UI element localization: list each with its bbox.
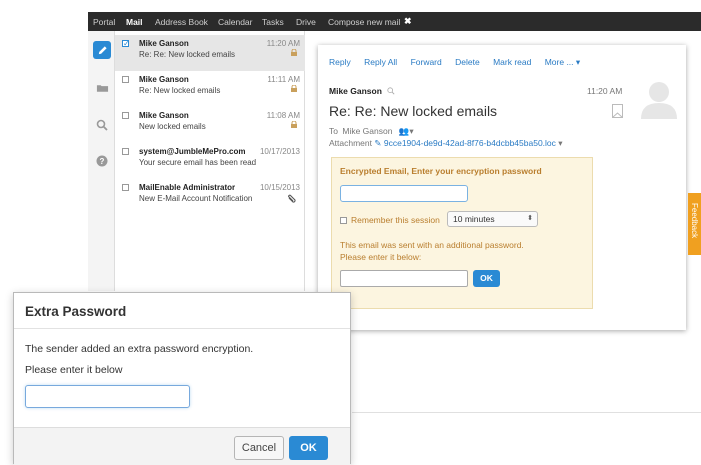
divider bbox=[352, 412, 701, 413]
close-compose-icon[interactable]: ✖ bbox=[404, 16, 412, 27]
pencil-icon[interactable] bbox=[93, 41, 111, 59]
mail-time: 11:20 AM bbox=[266, 39, 300, 48]
mail-subject: New E-Mail Account Notification bbox=[139, 194, 253, 203]
forward-button[interactable]: Forward bbox=[411, 57, 442, 67]
mail-subject: New locked emails bbox=[139, 122, 206, 131]
mail-list-item[interactable]: Mike Ganson New locked emails 11:08 AM bbox=[115, 107, 305, 143]
message-time: 11:20 AM bbox=[587, 86, 623, 96]
session-duration-select[interactable]: 10 minutes ⬍ bbox=[447, 211, 538, 227]
left-icon-rail: ? bbox=[88, 31, 115, 291]
chevron-down-icon[interactable]: ▾ bbox=[558, 138, 562, 148]
lock-icon bbox=[291, 48, 297, 58]
dialog-title: Extra Password bbox=[25, 304, 127, 319]
avatar bbox=[640, 79, 678, 119]
delete-button[interactable]: Delete bbox=[455, 57, 480, 67]
remember-session-checkbox[interactable] bbox=[340, 216, 347, 224]
select-arrows-icon: ⬍ bbox=[527, 215, 533, 222]
mail-time: 11:08 AM bbox=[266, 111, 300, 120]
mail-sender: system@JumbleMePro.com bbox=[139, 147, 246, 156]
encrypted-ok-button[interactable]: OK bbox=[473, 270, 500, 287]
tab-mail[interactable]: Mail bbox=[126, 17, 143, 27]
tab-drive[interactable]: Drive bbox=[296, 17, 316, 27]
mail-sender: MailEnable Administrator bbox=[139, 183, 236, 192]
remember-session-option[interactable]: Remember this session bbox=[340, 215, 440, 225]
reply-all-button[interactable]: Reply All bbox=[364, 57, 397, 67]
svg-text:?: ? bbox=[100, 157, 105, 166]
more-dropdown[interactable]: More ... ▾ bbox=[545, 57, 580, 67]
cancel-button[interactable]: Cancel bbox=[234, 436, 284, 460]
paperclip-icon: ✎ bbox=[374, 138, 382, 148]
to-label: To bbox=[329, 126, 338, 136]
folder-icon[interactable] bbox=[93, 79, 111, 97]
dialog-instruction: Please enter it below bbox=[25, 364, 123, 376]
mail-checkbox[interactable] bbox=[122, 76, 129, 83]
top-nav-bar: Portal Mail Address Book Calendar Tasks … bbox=[88, 12, 701, 31]
contacts-icon[interactable]: 👥▾ bbox=[399, 126, 414, 136]
remember-session-label: Remember this session bbox=[351, 215, 440, 225]
message-attachment: Attachment ✎ 9cce1904-de9d-42ad-8f76-b4d… bbox=[329, 138, 563, 149]
mail-list-item[interactable]: Mike Ganson Re: New locked emails 11:11 … bbox=[115, 71, 305, 107]
mail-subject: Your secure email has been read bbox=[139, 158, 257, 167]
feedback-label: Feedback bbox=[690, 203, 699, 239]
paperclip-icon bbox=[287, 194, 296, 206]
mail-checkbox[interactable] bbox=[122, 148, 129, 155]
enter-password-note: Please enter it below: bbox=[340, 252, 422, 262]
message-reading-pane: Reply Reply All Forward Delete Mark read… bbox=[318, 45, 686, 330]
tab-compose-new-mail[interactable]: Compose new mail bbox=[328, 17, 400, 27]
mail-time: 10/15/2013 bbox=[259, 183, 300, 192]
message-sender-name[interactable]: Mike Ganson bbox=[329, 86, 382, 96]
additional-password-input[interactable] bbox=[340, 270, 468, 287]
mail-subject: Re: Re: New locked emails bbox=[139, 50, 236, 59]
ok-button[interactable]: OK bbox=[289, 436, 328, 460]
extra-password-dialog: Extra Password The sender added an extra… bbox=[13, 292, 351, 465]
tab-tasks[interactable]: Tasks bbox=[262, 17, 284, 27]
message-subject: Re: Re: New locked emails bbox=[329, 103, 498, 119]
mail-sender: Mike Ganson bbox=[139, 75, 189, 84]
mail-time: 10/17/2013 bbox=[259, 147, 300, 156]
encryption-password-input[interactable] bbox=[340, 185, 468, 202]
reply-button[interactable]: Reply bbox=[329, 57, 351, 67]
search-icon[interactable] bbox=[387, 87, 395, 95]
message-sender: Mike Ganson bbox=[329, 86, 395, 96]
dialog-message: The sender added an extra password encry… bbox=[25, 343, 254, 355]
divider bbox=[14, 328, 350, 329]
tab-address-book[interactable]: Address Book bbox=[155, 17, 208, 27]
mail-checkbox[interactable] bbox=[122, 184, 129, 191]
mail-list-item[interactable]: ✓ Mike Ganson Re: Re: New locked emails … bbox=[115, 35, 305, 71]
attachment-link[interactable]: 9cce1904-de9d-42ad-8f76-b4dcbb45ba50.loc bbox=[384, 138, 556, 148]
mail-list: ✓ Mike Ganson Re: Re: New locked emails … bbox=[115, 31, 305, 291]
mail-subject: Re: New locked emails bbox=[139, 86, 221, 95]
encrypted-email-panel: Encrypted Email, Enter your encryption p… bbox=[331, 157, 593, 309]
tab-calendar[interactable]: Calendar bbox=[218, 17, 253, 27]
attachment-label: Attachment bbox=[329, 138, 372, 148]
mail-time: 11:11 AM bbox=[267, 75, 300, 84]
search-icon[interactable] bbox=[93, 116, 111, 134]
dialog-footer: Cancel OK bbox=[14, 427, 350, 465]
feedback-tab[interactable]: Feedback bbox=[688, 193, 701, 255]
help-icon[interactable]: ? bbox=[93, 152, 111, 170]
lock-icon bbox=[291, 84, 297, 94]
mail-sender: Mike Ganson bbox=[139, 39, 189, 48]
mail-list-item[interactable]: system@JumbleMePro.com Your secure email… bbox=[115, 143, 305, 179]
additional-password-note: This email was sent with an additional p… bbox=[340, 240, 524, 250]
extra-password-input[interactable] bbox=[25, 385, 190, 408]
recipient-name[interactable]: Mike Ganson bbox=[342, 126, 392, 136]
mail-list-item[interactable]: MailEnable Administrator New E-Mail Acco… bbox=[115, 179, 305, 215]
mail-checkbox[interactable] bbox=[122, 112, 129, 119]
message-recipients: To Mike Ganson 👥▾ bbox=[329, 126, 414, 137]
message-actions-bar: Reply Reply All Forward Delete Mark read… bbox=[329, 57, 591, 68]
session-duration-value: 10 minutes bbox=[453, 214, 495, 224]
mail-checkbox[interactable]: ✓ bbox=[122, 40, 130, 48]
bookmark-icon[interactable] bbox=[612, 104, 623, 118]
encrypted-title: Encrypted Email, Enter your encryption p… bbox=[340, 166, 542, 176]
mark-read-button[interactable]: Mark read bbox=[493, 57, 531, 67]
mail-sender: Mike Ganson bbox=[139, 111, 189, 120]
lock-icon bbox=[291, 120, 297, 130]
tab-portal[interactable]: Portal bbox=[93, 17, 115, 27]
